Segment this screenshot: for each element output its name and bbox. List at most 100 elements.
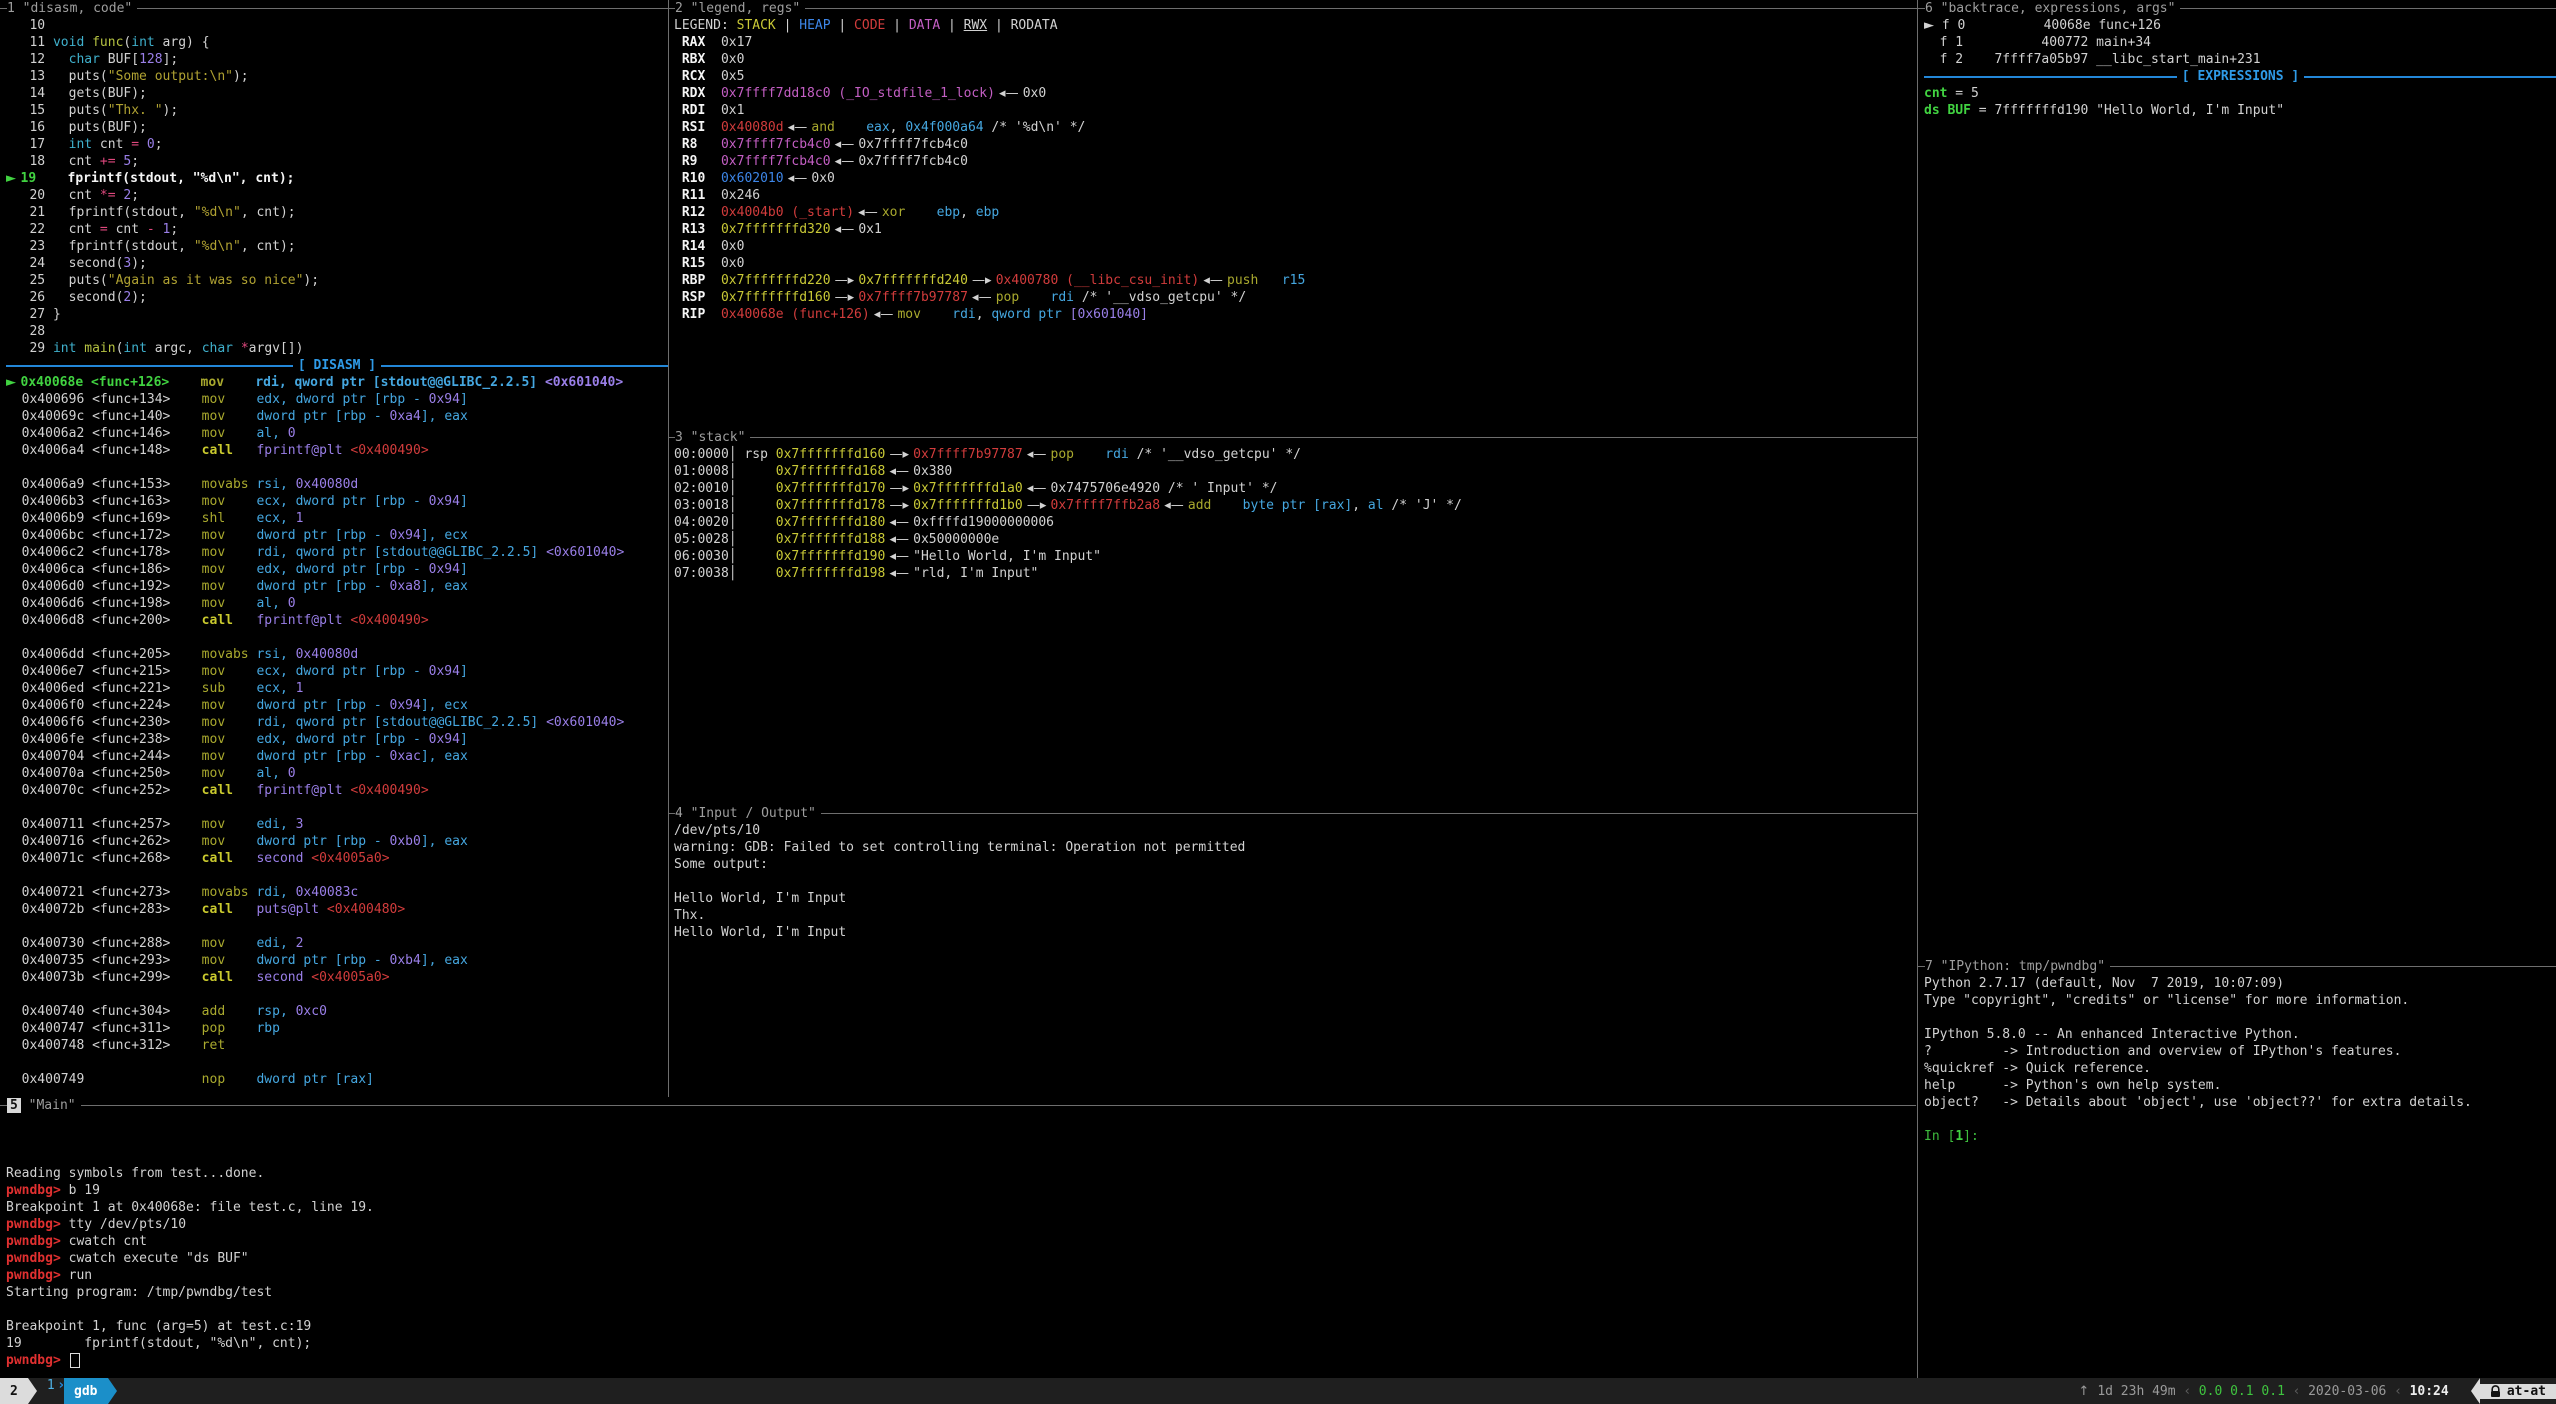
text-segment: 0x400735 <func+293> xyxy=(22,953,202,968)
text-segment: 0x94 xyxy=(429,562,460,577)
session-badge[interactable]: 2 xyxy=(0,1378,28,1404)
terminal-line: 14 gets(BUF); xyxy=(6,85,668,102)
tmux-screen: 1 "disasm, code" 10 11 void func(int arg… xyxy=(0,0,2556,1404)
pane-disasm-code[interactable]: 1 "disasm, code" 10 11 void func(int arg… xyxy=(0,0,669,1097)
text-segment: int xyxy=(123,341,146,356)
text-segment: al xyxy=(1368,498,1384,513)
text-segment: mov xyxy=(202,392,257,407)
border-rule xyxy=(668,813,675,814)
text-segment: pwndbg> xyxy=(6,1183,69,1198)
terminal-line: 03:0018│ 0x7fffffffd178 —▸ 0x7fffffffd1b… xyxy=(674,497,1917,514)
text-segment: and xyxy=(811,120,834,135)
text-segment: 0x7fffffffd168 xyxy=(776,464,886,479)
text-segment: 0x400748 <func+312> xyxy=(22,1038,202,1053)
terminal-line: IPython 5.8.0 -- An enhanced Interactive… xyxy=(1924,1026,2556,1043)
text-segment: movabs xyxy=(202,885,257,900)
text-segment: 0x7475706e4920 /* ' Input' */ xyxy=(1051,481,1278,496)
terminal-line: R13 0x7fffffffd320 ◂— 0x1 xyxy=(674,221,1917,238)
text-segment: pop xyxy=(1051,447,1074,462)
text-segment: 05:0028│ xyxy=(674,532,776,547)
text-segment: "Thx. " xyxy=(108,103,163,118)
text-segment: 0x7fffffffd1a0 xyxy=(913,481,1023,496)
text-segment: <0x4005a0> xyxy=(311,851,389,866)
text-segment: 128 xyxy=(139,52,162,67)
terminal-line: 26 second(2); xyxy=(6,289,668,306)
text-segment: 26 second( xyxy=(6,290,123,305)
text-segment: <0x4005a0> xyxy=(311,970,389,985)
text-segment: ◂— xyxy=(995,86,1023,101)
text-segment: R14 xyxy=(674,239,721,254)
text-segment: 0x602010 xyxy=(721,171,784,186)
text-segment: pop xyxy=(202,1021,257,1036)
pane-stack[interactable]: 3 "stack"00:0000│ rsp 0x7fffffffd160 —▸ … xyxy=(668,429,1917,805)
text-segment: 29 xyxy=(6,341,53,356)
text-segment: 0xb0 xyxy=(390,834,421,849)
text-segment: warning: GDB: Failed to set controlling … xyxy=(674,840,1245,855)
disasm-operands: ecx, 1 xyxy=(256,511,303,526)
text-segment: ◂— xyxy=(885,566,913,581)
disasm-operands: puts@plt <0x400480> xyxy=(256,902,405,917)
pane-ipython[interactable]: 7 "IPython: tmp/pwndbg"Python 2.7.17 (de… xyxy=(1917,958,2556,1378)
text-segment: 0x400711 <func+257> xyxy=(22,817,202,832)
text-segment: 22 cnt xyxy=(6,222,100,237)
text-segment: 0x4006d8 <func+200> xyxy=(22,613,202,628)
text-segment xyxy=(6,902,22,917)
text-segment: 0x7fffffffd320 xyxy=(721,222,831,237)
terminal-line: 12 char BUF[128]; xyxy=(6,51,668,68)
disasm-operands: fprintf@plt <0x400490> xyxy=(256,613,428,628)
text-segment: 0x4006f6 <func+230> xyxy=(22,715,202,730)
disasm-row: 0x400748 <func+312> ret xyxy=(6,1037,668,1054)
disasm-row: 0x4006d6 <func+198> mov al, 0 xyxy=(6,595,668,612)
text-segment: xor xyxy=(882,205,905,220)
text-segment xyxy=(6,596,22,611)
text-segment: 12 xyxy=(6,52,69,67)
text-segment: R13 xyxy=(674,222,721,237)
disasm-operands: rsi, 0x40080d xyxy=(256,477,358,492)
terminal-line: 07:0038│ 0x7fffffffd198 ◂— "rld, I'm Inp… xyxy=(674,565,1917,582)
text-segment: 1 xyxy=(1955,1129,1963,1144)
disasm-row: 0x40069c <func+140> mov dword ptr [rbp -… xyxy=(6,408,668,425)
text-segment: fprintf@plt xyxy=(256,443,342,458)
text-segment: <0x400490> xyxy=(350,613,428,628)
text-segment: <0x601040> xyxy=(546,545,624,560)
terminal-line: 01:0008│ 0x7fffffffd168 ◂— 0x380 xyxy=(674,463,1917,480)
terminal-line: R14 0x0 xyxy=(674,238,1917,255)
pane-main[interactable]: 5 "Main"Reading symbols from test...done… xyxy=(0,1097,1916,1378)
disasm-row: ► 0x40068e <func+126> mov rdi, qword ptr… xyxy=(6,374,668,391)
text-segment: /* '%d\n' */ xyxy=(984,120,1086,135)
terminal-line: RBX 0x0 xyxy=(674,51,1917,68)
disasm-row: 0x400730 <func+288> mov edi, 2 xyxy=(6,935,668,952)
text-segment: add xyxy=(202,1004,257,1019)
separator-icon: ‹ xyxy=(2285,1384,2308,1399)
terminal-line: R9 0x7ffff7fcb4c0 ◂— 0x7ffff7fcb4c0 xyxy=(674,153,1917,170)
text-segment: 0x50000000e xyxy=(913,532,999,547)
disasm-operands: ecx, dword ptr [rbp - 0x94] xyxy=(256,494,467,509)
terminal-line: Thx. xyxy=(674,907,1917,924)
text-segment: %quickref -> Quick reference. xyxy=(1924,1061,2151,1076)
disasm-operands: edx, dword ptr [rbp - 0x94] xyxy=(256,562,467,577)
text-segment: 0x4006ca <func+186> xyxy=(22,562,202,577)
pane-title-ipython: 7 "IPython: tmp/pwndbg" xyxy=(1918,958,2556,975)
text-segment: rdi xyxy=(1051,290,1074,305)
terminal-line: 18 cnt += 5; xyxy=(6,153,668,170)
text-segment: ecx, xyxy=(256,681,295,696)
text-segment: al, xyxy=(256,426,287,441)
pane-backtrace-expressions-args[interactable]: 6 "backtrace, expressions, args"► f 0 40… xyxy=(1917,0,2556,958)
text-segment: 0x4006c2 <func+178> xyxy=(22,545,202,560)
pane-number: 2 xyxy=(675,1,683,16)
terminal-line: RDI 0x1 xyxy=(674,102,1917,119)
text-segment xyxy=(6,1072,22,1087)
pane-legend-regs[interactable]: 2 "legend, regs"LEGEND: STACK | HEAP | C… xyxy=(668,0,1917,429)
disasm-row: 0x4006a9 <func+153> movabs rsi, 0x40080d xyxy=(6,476,668,493)
text-segment: nop xyxy=(202,1072,257,1087)
text-segment: 0x40068e <func+126> xyxy=(21,375,201,390)
window-index[interactable]: 1 xyxy=(37,1378,59,1404)
text-segment: 0x40083c xyxy=(296,885,359,900)
text-segment: run xyxy=(69,1268,92,1283)
pane-input-output[interactable]: 4 "Input / Output"/dev/pts/10warning: GD… xyxy=(668,805,1917,1097)
text-segment: ◂— xyxy=(1023,447,1051,462)
terminal-line: pwndbg> tty /dev/pts/10 xyxy=(6,1216,1916,1233)
window-tab-gdb[interactable]: gdb xyxy=(64,1378,107,1404)
terminal-line: LEGEND: STACK | HEAP | CODE | DATA | RWX… xyxy=(674,17,1917,34)
text-segment: Breakpoint 1 at 0x40068e: file test.c, l… xyxy=(6,1200,374,1215)
